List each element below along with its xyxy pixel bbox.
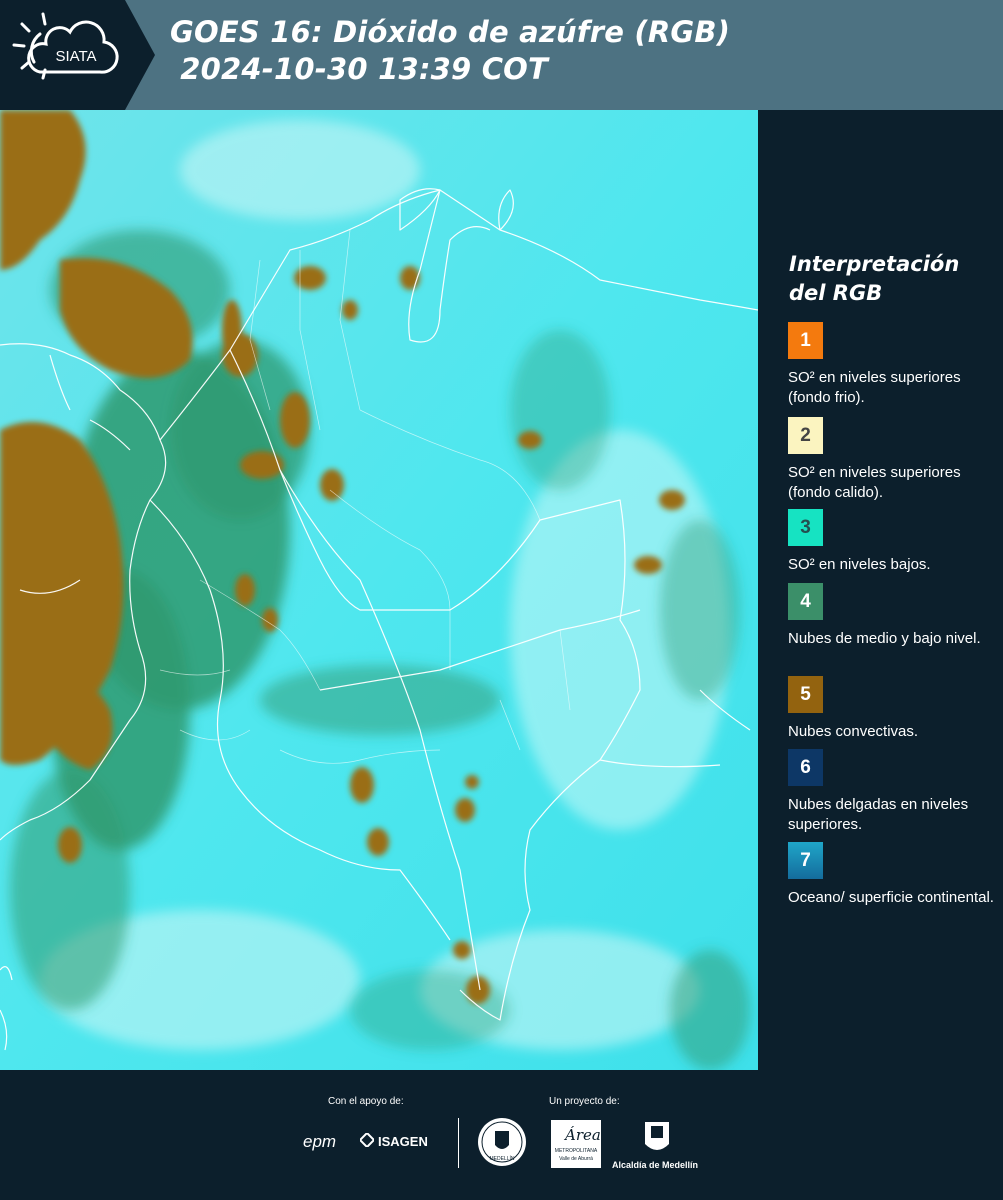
legend-item-5: 5 Nubes convectivas. [788, 676, 998, 742]
legend-label-4: Nubes de medio y bajo nivel. [788, 630, 981, 647]
legend-panel: Interpretación del RGB 1 SO² en niveles … [760, 110, 1003, 1070]
area-metropolitana-logo[interactable]: Área METROPOLITANA Valle de Aburrá [551, 1120, 601, 1168]
legend-label-1: SO² en niveles superiores (fondo frio). [788, 369, 961, 406]
legend-swatch-2: 2 [788, 417, 823, 454]
legend-label-3: SO² en niveles bajos. [788, 556, 931, 573]
isagen-logo[interactable]: ISAGEN [378, 1134, 428, 1149]
seal-text: MEDELLÍN [489, 1155, 514, 1162]
area-logo-text: Área [565, 1126, 601, 1144]
page-title: GOES 16: Dióxido de azúfre (RGB) 2024-10… [170, 14, 730, 88]
legend-title: Interpretación del RGB [789, 252, 960, 305]
legend-swatch-7: 7 [788, 842, 823, 879]
legend-item-7: 7 Oceano/ superficie continental. [788, 842, 998, 908]
siata-logo[interactable]: SIATA [0, 0, 155, 110]
legend-label-5: Nubes convectivas. [788, 723, 919, 740]
medellin-seal-icon[interactable]: MEDELLÍN [477, 1117, 527, 1167]
epm-logo[interactable]: epm [303, 1132, 336, 1152]
area-logo-sub: METROPOLITANA [554, 1148, 598, 1154]
alcaldia-logo[interactable]: Alcaldía de Medellín [612, 1160, 698, 1170]
footer-bar: Con el apoyo de: Un proyecto de: epm ISA… [0, 1070, 1003, 1200]
legend-item-3: 3 SO² en niveles bajos. [788, 509, 998, 575]
legend-swatch-3: 3 [788, 509, 823, 546]
legend-item-2: 2 SO² en niveles superiores (fondo calid… [788, 417, 998, 503]
legend-swatch-5: 5 [788, 676, 823, 713]
legend-item-1: 1 SO² en niveles superiores (fondo frio)… [788, 322, 998, 408]
satellite-map[interactable] [0, 110, 758, 1070]
legend-label-7: Oceano/ superficie continental. [788, 889, 994, 906]
isagen-icon [358, 1131, 376, 1149]
legend-item-4: 4 Nubes de medio y bajo nivel. [788, 583, 998, 649]
title-line-1: GOES 16: Dióxido de azúfre (RGB) [170, 15, 731, 49]
legend-swatch-1: 1 [788, 322, 823, 359]
support-label: Con el apoyo de: [328, 1096, 404, 1107]
area-logo-sub2: Valle de Aburrá [559, 1156, 593, 1162]
legend-swatch-4: 4 [788, 583, 823, 620]
logo-text: SIATA [55, 48, 96, 65]
footer-divider [458, 1118, 459, 1168]
legend-item-6: 6 Nubes delgadas en niveles superiores. [788, 749, 998, 835]
legend-swatch-6: 6 [788, 749, 823, 786]
legend-label-6: Nubes delgadas en niveles superiores. [788, 796, 969, 833]
legend-label-2: SO² en niveles superiores (fondo calido)… [788, 464, 961, 501]
header-bar: SIATA GOES 16: Dióxido de azúfre (RGB) 2… [0, 0, 1003, 110]
alcaldia-shield-icon [643, 1118, 671, 1158]
title-line-2: 2024-10-30 13:39 COT [170, 52, 549, 86]
project-label: Un proyecto de: [549, 1096, 620, 1107]
